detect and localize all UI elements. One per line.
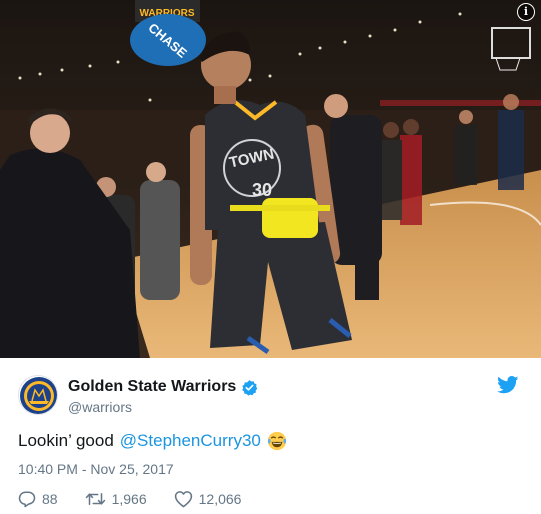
retweet-icon xyxy=(85,493,105,505)
tweet-header: Golden State Warriors @warriors xyxy=(18,375,523,419)
info-icon[interactable]: i xyxy=(517,3,535,21)
retweet-count: 1,966 xyxy=(111,491,147,507)
author-handle[interactable]: @warriors xyxy=(68,399,132,415)
tweet-actions: 88 1,966 12,066 xyxy=(18,490,268,508)
tweet-card: WARRIORS CHASE TOWN 30 i Golden State Wa… xyxy=(0,0,541,514)
reply-button[interactable]: 88 xyxy=(18,490,58,508)
tweet-timestamp[interactable]: 10:40 PM - Nov 25, 2017 xyxy=(18,461,174,477)
verified-badge-icon xyxy=(242,379,258,396)
like-button[interactable]: 12,066 xyxy=(174,490,242,508)
avatar[interactable] xyxy=(18,375,58,415)
like-count: 12,066 xyxy=(198,491,242,507)
reply-icon xyxy=(18,491,36,508)
mention-link[interactable]: @StephenCurry30 xyxy=(120,431,261,451)
warriors-logo-icon xyxy=(20,377,57,414)
jersey-number: 30 xyxy=(252,180,272,200)
face-with-tears-of-joy-icon xyxy=(267,431,287,451)
retweet-button[interactable]: 1,966 xyxy=(85,490,147,508)
photo-scene: WARRIORS CHASE TOWN 30 xyxy=(0,0,541,358)
tweet-text: Lookin’ good @StephenCurry30 xyxy=(18,431,287,451)
heart-icon xyxy=(174,491,192,508)
tweet-photo[interactable]: WARRIORS CHASE TOWN 30 i xyxy=(0,0,541,358)
twitter-bird-icon[interactable] xyxy=(497,376,519,394)
display-name[interactable]: Golden State Warriors xyxy=(68,378,236,396)
tweet-text-body: Lookin’ good xyxy=(18,431,114,450)
author-name-row: Golden State Warriors xyxy=(68,378,258,396)
reply-count: 88 xyxy=(42,491,58,507)
